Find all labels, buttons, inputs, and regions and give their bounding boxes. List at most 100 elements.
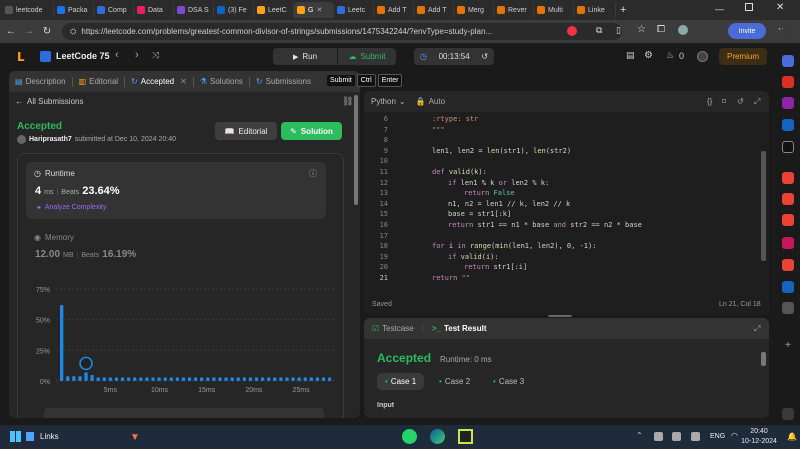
chart-bar[interactable] <box>206 377 210 381</box>
chart-bar[interactable] <box>102 377 106 381</box>
chart-bar[interactable] <box>309 377 313 381</box>
sidebar-app-icon[interactable] <box>782 259 794 271</box>
taskbar-app-icon[interactable] <box>26 432 34 441</box>
browser-tab[interactable]: LeetC <box>254 2 294 18</box>
whatsapp-icon[interactable] <box>402 429 417 444</box>
chart-bar[interactable] <box>78 376 82 381</box>
your-submission-avatar-marker[interactable] <box>79 356 93 371</box>
prev-problem-icon[interactable]: ‹ <box>115 49 119 61</box>
forward-arrow-icon[interactable]: → <box>22 26 36 37</box>
chart-bar[interactable] <box>200 377 204 381</box>
shuffle-icon[interactable]: ⤨ <box>152 50 159 61</box>
share-link-icon[interactable]: ⛓ <box>342 96 353 107</box>
language-indicator[interactable]: ENG <box>710 433 725 440</box>
next-problem-icon[interactable]: › <box>135 49 139 61</box>
chevron-up-icon[interactable]: ⌃ <box>636 431 643 440</box>
code-line[interactable]: 10 <box>364 156 769 167</box>
code-line[interactable]: 15 base = str1[:k] <box>364 209 769 220</box>
invite-button[interactable]: Invite <box>728 23 766 39</box>
expand-icon[interactable]: ⤢ <box>754 97 760 107</box>
sidebar-app-icon[interactable] <box>782 237 794 249</box>
chart-bar[interactable] <box>315 377 320 381</box>
chart-bar[interactable] <box>218 377 222 381</box>
panel-resize-handle[interactable] <box>548 315 572 317</box>
chart-bar[interactable] <box>96 377 100 381</box>
all-submissions-link[interactable]: ← All Submissions <box>15 97 83 106</box>
browser-tab[interactable]: leetcode <box>2 2 54 18</box>
tab-description[interactable]: ▤ Description <box>9 77 72 86</box>
chart-bar[interactable] <box>236 377 240 381</box>
chart-bar[interactable] <box>285 377 289 381</box>
site-info-icon[interactable]: ⛭ <box>70 27 76 37</box>
chart-bar[interactable] <box>84 372 88 381</box>
code-lines[interactable]: 6:rtype: str 7 """ 8 9 len1, len2 = len(str1)… <box>364 112 759 290</box>
chart-bar[interactable] <box>291 377 295 381</box>
sidebar-app-icon[interactable] <box>782 281 794 293</box>
chart-bar[interactable] <box>242 377 247 381</box>
timer-reset-icon[interactable]: ↺ <box>481 52 488 61</box>
new-tab-icon[interactable]: + <box>620 4 626 16</box>
sidebar-app-icon[interactable] <box>782 214 794 226</box>
chart-bar[interactable] <box>297 377 301 381</box>
edge-browser-icon[interactable] <box>430 429 445 444</box>
runtime-card[interactable]: ◷ Runtime ⓘ 4 ms | Beats 23.64% ✦ Analyze … <box>26 162 326 219</box>
reset-code-icon[interactable]: ↺ <box>737 97 744 106</box>
tray-icon[interactable] <box>654 432 663 441</box>
chart-bar[interactable] <box>193 377 198 381</box>
submitter-name[interactable]: Hariprasath7 <box>29 136 72 143</box>
expand-icon[interactable]: ⤢ <box>754 324 760 334</box>
streak-fire-icon[interactable]: ♨ <box>666 50 674 61</box>
chart-bar[interactable] <box>230 377 234 381</box>
chart-bar[interactable] <box>267 377 271 381</box>
browser-tab[interactable]: Add T <box>414 2 454 18</box>
close-tab-icon[interactable]: ✕ <box>180 77 187 86</box>
chart-bar[interactable] <box>187 377 192 381</box>
collections-icon[interactable]: ⧠ <box>657 24 665 35</box>
code-line[interactable]: 19 if valid(i): <box>364 252 769 263</box>
runtime-distribution-chart[interactable]: 75%50%25%0%5ms10ms15ms20ms25ms31ms <box>18 274 338 406</box>
taskbar-app-icon[interactable]: ▼ <box>130 432 140 443</box>
submit-button[interactable]: ☁ Submit <box>338 48 396 65</box>
chart-bar[interactable] <box>145 377 149 381</box>
tab-accepted[interactable]: ↻ Accepted ✕ <box>125 77 193 86</box>
chart-bar[interactable] <box>254 377 259 381</box>
chart-bar[interactable] <box>175 377 180 381</box>
memory-card[interactable]: ◉ Memory 12.00 MB | Beats 16.19% <box>26 226 326 266</box>
windows-start-icon[interactable] <box>10 431 21 442</box>
extension-icon[interactable] <box>567 26 577 36</box>
close-window-icon[interactable]: ✕ <box>776 2 784 13</box>
profile-icon[interactable] <box>678 25 688 35</box>
sidebar-app-icon[interactable] <box>782 172 794 184</box>
chart-bar[interactable] <box>260 377 265 381</box>
language-select[interactable]: Python ⌄ <box>371 97 406 106</box>
sidebar-app-icon[interactable] <box>782 141 794 153</box>
solution-button[interactable]: ✎ Solution <box>281 122 342 140</box>
browser-tab[interactable]: Data <box>134 2 174 18</box>
sidebar-app-icon[interactable] <box>782 97 794 109</box>
code-line[interactable]: 16 return str1 == n1 * base and str2 == n… <box>364 220 769 231</box>
leetcode-logo-icon[interactable]: ᒪ <box>17 50 25 64</box>
minimize-icon[interactable]: — <box>715 4 724 14</box>
code-line[interactable]: 20 return str1[:i] <box>364 262 769 273</box>
code-line[interactable]: 14 n1, n2 = len1 // k, len2 // k <box>364 199 769 210</box>
url-field[interactable]: ⛭ https://leetcode.com/problems/greatest… <box>62 23 622 40</box>
code-line[interactable]: 13 return False <box>364 188 769 199</box>
clock-date[interactable]: 10-12-2024 <box>735 438 783 445</box>
chart-bar[interactable] <box>60 304 64 381</box>
browser-tab[interactable]: Packa <box>54 2 94 18</box>
chart-bar[interactable] <box>139 377 143 381</box>
chart-bar[interactable] <box>273 377 277 381</box>
chart-bar[interactable] <box>303 377 307 381</box>
notification-bell-icon[interactable]: 🔔 <box>787 432 797 441</box>
chart-bar[interactable] <box>108 377 113 381</box>
taskbar-app-label[interactable]: Links <box>40 432 59 441</box>
code-line[interactable]: 17 <box>364 231 769 242</box>
sidebar-settings-icon[interactable] <box>782 408 794 420</box>
chart-bar[interactable] <box>163 377 167 381</box>
format-braces-icon[interactable]: {} <box>707 97 712 106</box>
code-line[interactable]: 11 def valid(k): <box>364 167 769 178</box>
case-2-button[interactable]: • Case 2 <box>431 373 478 390</box>
tab-test-result[interactable]: >_ Test Result <box>432 324 487 333</box>
split-screen-icon[interactable]: ▯ <box>616 25 621 36</box>
browser-tab[interactable]: Leetc <box>334 2 374 18</box>
